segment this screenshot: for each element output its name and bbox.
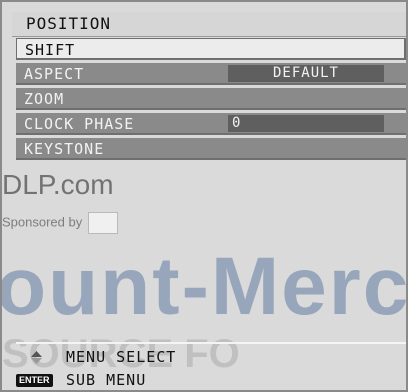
menu-item-clock-phase[interactable]: CLOCK PHASE 0: [16, 113, 406, 135]
menu-item-label: CLOCK PHASE: [24, 115, 135, 133]
aspect-value[interactable]: DEFAULT: [228, 65, 384, 82]
help-bar: MENU SELECT ENTER SUB MENU: [16, 342, 406, 390]
menu-item-aspect[interactable]: ASPECT DEFAULT: [16, 63, 406, 85]
clock-phase-value[interactable]: 0: [228, 115, 384, 132]
menu-title: POSITION: [12, 12, 406, 37]
osd-menu-window: POSITION SHIFT ASPECT DEFAULT ZOOM CLOCK…: [0, 0, 408, 392]
menu-item-shift[interactable]: SHIFT: [16, 38, 406, 60]
watermark-brand: ount-Merch: [0, 241, 408, 332]
menu-item-label: ZOOM: [24, 90, 65, 108]
sponsor-logo-icon: [88, 212, 119, 234]
position-menu: SHIFT ASPECT DEFAULT ZOOM CLOCK PHASE 0 …: [16, 38, 406, 163]
menu-item-label: SHIFT: [25, 41, 76, 59]
watermark-site: DLP.com: [2, 169, 114, 200]
help-menu-select-label: MENU SELECT: [66, 348, 177, 366]
menu-item-keystone[interactable]: KEYSTONE: [16, 138, 406, 160]
menu-item-label: KEYSTONE: [24, 140, 105, 158]
help-sub-menu-label: SUB MENU: [66, 371, 147, 389]
menu-item-zoom[interactable]: ZOOM: [16, 88, 406, 110]
watermark-sponsored: Sponsored by: [2, 212, 119, 234]
up-down-arrow-icon: [31, 351, 42, 364]
watermark-sponsored-text: Sponsored by: [2, 214, 83, 230]
menu-item-label: ASPECT: [24, 65, 85, 83]
help-sub-menu: ENTER SUB MENU: [16, 369, 406, 390]
enter-key-icon: ENTER: [16, 374, 53, 387]
help-menu-select: MENU SELECT: [16, 346, 406, 369]
